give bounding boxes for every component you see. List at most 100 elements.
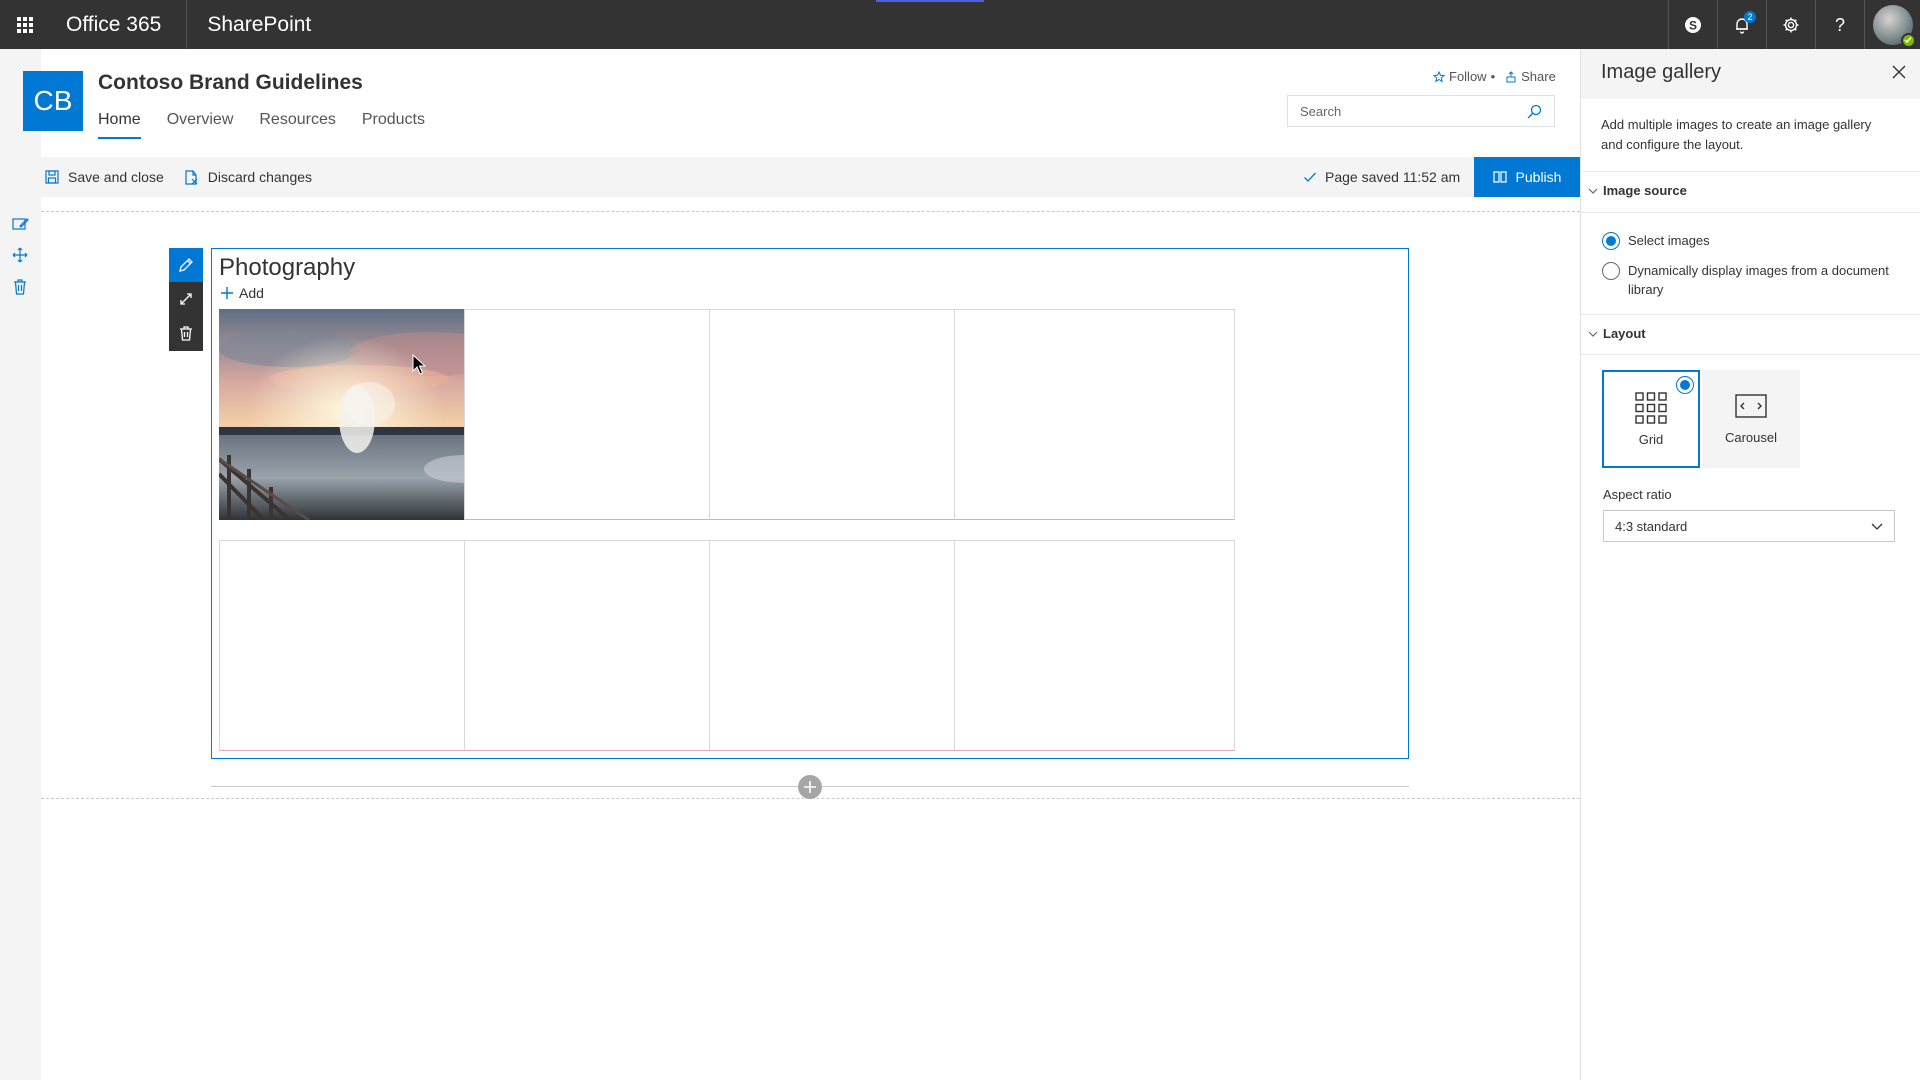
- move-section-icon[interactable]: [11, 246, 29, 264]
- star-icon: [1433, 70, 1445, 82]
- site-header: CB Contoso Brand Guidelines Home Overvie…: [23, 49, 1580, 157]
- nav-item-products[interactable]: Products: [362, 111, 425, 139]
- follow-label: Follow: [1449, 69, 1487, 84]
- share-label: Share: [1521, 69, 1556, 84]
- follow-share-actions: Follow • Share: [1433, 69, 1556, 84]
- gallery-image-placeholder[interactable]: [219, 540, 500, 751]
- radio-select-images[interactable]: Select images: [1602, 231, 1892, 250]
- property-pane-description: Add multiple images to create an image g…: [1601, 117, 1872, 152]
- site-logo[interactable]: CB: [23, 71, 83, 131]
- search-input[interactable]: [1300, 103, 1500, 119]
- chevron-down-icon: [1588, 188, 1598, 194]
- radio-button-selected[interactable]: [1602, 232, 1620, 250]
- suite-bar: Office 365 SharePoint S 2 ?: [0, 0, 1920, 49]
- gallery-image-geyser-sunset[interactable]: [219, 309, 500, 520]
- edit-webpart-icon[interactable]: [169, 248, 203, 282]
- chevron-down-icon: [1871, 523, 1883, 530]
- notification-badge: 2: [1744, 11, 1756, 23]
- nav-item-resources[interactable]: Resources: [259, 111, 335, 139]
- layout-option-carousel[interactable]: Carousel: [1702, 370, 1800, 468]
- page-canvas: CB Contoso Brand Guidelines Home Overvie…: [23, 49, 1580, 1080]
- section-tools-rail: [0, 49, 41, 1080]
- property-pane: Image gallery Add multiple images to cre…: [1580, 49, 1920, 1080]
- layout-option-grid[interactable]: Grid: [1602, 370, 1700, 468]
- radio-button[interactable]: [1602, 262, 1620, 280]
- site-title[interactable]: Contoso Brand Guidelines: [98, 71, 363, 95]
- save-icon: [45, 170, 59, 184]
- suite-product-title[interactable]: Office 365: [49, 0, 188, 49]
- edit-section-icon[interactable]: [11, 215, 29, 233]
- publish-button[interactable]: Publish: [1474, 157, 1580, 197]
- publish-icon: [1492, 171, 1507, 183]
- gallery-image-placeholder[interactable]: [464, 540, 745, 751]
- publish-label: Publish: [1515, 169, 1562, 185]
- follow-button[interactable]: Follow •: [1433, 69, 1495, 84]
- site-navigation: Home Overview Resources Products: [98, 111, 451, 139]
- account-button[interactable]: [1864, 0, 1920, 49]
- saved-status-text: Page saved 11:52 am: [1325, 169, 1461, 185]
- gallery-image-placeholder[interactable]: [709, 309, 990, 520]
- nav-item-overview[interactable]: Overview: [167, 111, 234, 139]
- gallery-image-placeholder[interactable]: [709, 540, 990, 751]
- add-webpart-divider: [211, 775, 1409, 799]
- add-label: Add: [239, 285, 264, 301]
- gear-icon[interactable]: [1766, 0, 1815, 49]
- gallery-image-placeholder[interactable]: [464, 309, 745, 520]
- divider: [1581, 212, 1920, 213]
- discard-changes-label: Discard changes: [207, 169, 313, 185]
- command-bar: Save and close Discard changes Page save…: [41, 157, 1580, 197]
- radio-dynamic-images[interactable]: Dynamically display images from a docume…: [1602, 261, 1892, 299]
- gallery-image-placeholder[interactable]: [954, 309, 1235, 520]
- search-icon[interactable]: [1527, 104, 1542, 119]
- nav-item-home[interactable]: Home: [98, 111, 141, 139]
- add-webpart-plus-icon[interactable]: [798, 775, 822, 799]
- bell-icon[interactable]: 2: [1717, 0, 1766, 49]
- discard-changes-button[interactable]: Discard changes: [184, 169, 312, 185]
- layout-group-toggle[interactable]: Layout: [1587, 326, 1646, 341]
- dropdown-dot-icon: •: [1490, 69, 1496, 84]
- grid-label: Grid: [1638, 432, 1664, 447]
- radio-button-selected: [1676, 376, 1694, 394]
- svg-text:S: S: [1689, 18, 1697, 32]
- image-source-heading: Image source: [1603, 183, 1687, 198]
- select-images-label: Select images: [1628, 233, 1710, 248]
- app-launcher-icon[interactable]: [0, 0, 49, 49]
- loading-indicator: [876, 0, 984, 2]
- save-and-close-button[interactable]: Save and close: [45, 169, 164, 185]
- presence-available-icon: [1900, 32, 1916, 48]
- site-search[interactable]: [1287, 95, 1555, 127]
- carousel-label: Carousel: [1724, 430, 1778, 445]
- image-source-group-toggle[interactable]: Image source: [1587, 183, 1687, 198]
- help-icon[interactable]: ?: [1815, 0, 1864, 49]
- plus-icon: [221, 287, 233, 299]
- suite-app-title[interactable]: SharePoint: [187, 13, 311, 37]
- gallery-image-placeholder[interactable]: [954, 540, 1235, 751]
- discard-icon: [185, 169, 198, 185]
- aspect-ratio-dropdown[interactable]: 4:3 standard: [1603, 510, 1895, 542]
- svg-text:?: ?: [1835, 16, 1845, 34]
- resize-webpart-icon[interactable]: [169, 282, 203, 316]
- dynamic-images-label: Dynamically display images from a docume…: [1628, 263, 1889, 297]
- checkmark-icon: [1304, 172, 1316, 182]
- grid-layout-icon: [1635, 390, 1667, 426]
- webpart-toolbar: [169, 248, 203, 351]
- save-and-close-label: Save and close: [68, 169, 164, 185]
- mouse-cursor-icon: [412, 354, 426, 376]
- add-images-button[interactable]: Add: [220, 285, 264, 301]
- share-button[interactable]: Share: [1505, 69, 1556, 84]
- section-top-border: [41, 211, 1580, 212]
- skype-icon[interactable]: S: [1668, 0, 1717, 49]
- property-pane-title: Image gallery: [1601, 61, 1722, 83]
- chevron-down-icon: [1588, 331, 1598, 337]
- page-saved-status: Page saved 11:52 am: [1303, 157, 1460, 197]
- divider: [1581, 354, 1920, 355]
- divider: [1581, 171, 1920, 172]
- avatar: [1872, 4, 1916, 48]
- close-icon[interactable]: [1891, 64, 1907, 80]
- property-pane-header: Image gallery: [1581, 49, 1920, 99]
- aspect-ratio-label: Aspect ratio: [1603, 487, 1672, 502]
- delete-section-icon[interactable]: [11, 278, 29, 296]
- delete-webpart-icon[interactable]: [169, 316, 203, 350]
- webpart-title[interactable]: Photography: [219, 254, 355, 282]
- image-gallery-webpart[interactable]: Photography Add: [211, 248, 1409, 759]
